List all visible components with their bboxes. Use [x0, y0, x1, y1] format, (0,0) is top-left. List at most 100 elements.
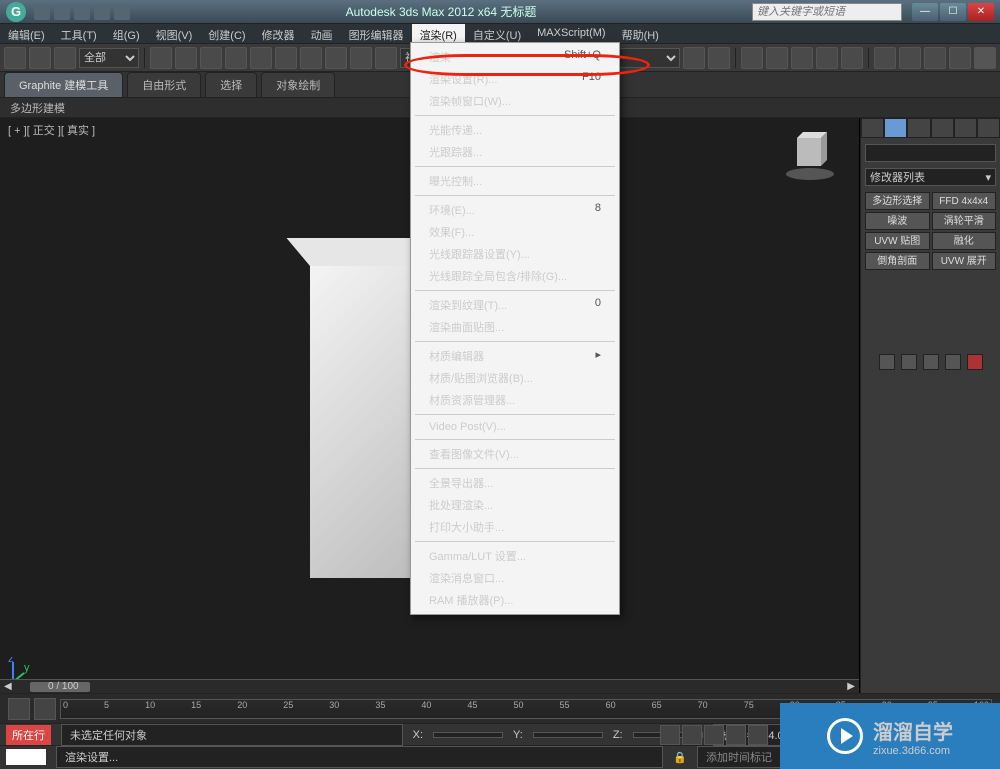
toolbar-button[interactable] — [54, 47, 76, 69]
menu-item[interactable]: 光能传递... — [411, 119, 619, 141]
modifier-stack[interactable] — [865, 276, 996, 346]
toolbar-button[interactable] — [899, 47, 921, 69]
menu-item[interactable]: 渲染曲面贴图... — [411, 316, 619, 338]
play-icon[interactable] — [704, 725, 724, 745]
toolbar-button[interactable] — [791, 47, 813, 69]
qat-btn[interactable] — [114, 4, 130, 20]
menu-item[interactable]: Video Post(V)... — [411, 418, 619, 436]
menu-item[interactable]: 环境(E)...8 — [411, 199, 619, 221]
menu-item[interactable]: 渲染设置(R)...F10 — [411, 68, 619, 90]
toolbar-button[interactable] — [874, 47, 896, 69]
modifier-preset-button[interactable]: UVW 贴图 — [865, 232, 930, 250]
toolbar-button[interactable] — [275, 47, 297, 69]
toolbar-button[interactable] — [683, 47, 705, 69]
modifier-preset-button[interactable]: UVW 展开 — [932, 252, 997, 270]
toolbar-button[interactable] — [375, 47, 397, 69]
toolbar-button[interactable] — [766, 47, 788, 69]
modifier-preset-button[interactable]: FFD 4x4x4 — [932, 192, 997, 210]
menu-3[interactable]: 视图(V) — [148, 24, 201, 43]
menu-item[interactable]: Gamma/LUT 设置... — [411, 545, 619, 567]
menu-item[interactable]: 渲染到纹理(T)...0 — [411, 294, 619, 316]
menu-item[interactable]: 渲染帧窗口(W)... — [411, 90, 619, 112]
script-mini-listener[interactable] — [6, 749, 46, 765]
menu-item[interactable]: 效果(F)... — [411, 221, 619, 243]
menu-8[interactable]: 渲染(R) — [412, 24, 465, 43]
qat-btn[interactable] — [94, 4, 110, 20]
toolbar-button[interactable] — [816, 47, 838, 69]
toolbar-button[interactable] — [300, 47, 322, 69]
goto-end-icon[interactable] — [748, 725, 768, 745]
make-unique-icon[interactable] — [923, 354, 939, 370]
toolbar-button[interactable] — [708, 47, 730, 69]
menu-item[interactable]: 全景导出器... — [411, 472, 619, 494]
menu-11[interactable]: 帮助(H) — [614, 24, 667, 43]
coord-y-field[interactable] — [533, 732, 603, 738]
lock-icon[interactable]: 🔒 — [673, 751, 687, 764]
menu-item[interactable]: 材质编辑器▸ — [411, 345, 619, 367]
toolbar-button[interactable] — [225, 47, 247, 69]
menu-1[interactable]: 工具(T) — [53, 24, 105, 43]
modifier-preset-button[interactable]: 多边形选择 — [865, 192, 930, 210]
ribbon-tab-freeform[interactable]: 自由形式 — [127, 72, 201, 97]
toolbar-button[interactable] — [175, 47, 197, 69]
prev-frame-icon[interactable] — [682, 725, 702, 745]
remove-modifier-icon[interactable] — [945, 354, 961, 370]
goto-start-icon[interactable] — [660, 725, 680, 745]
modifier-preset-button[interactable]: 噪波 — [865, 212, 930, 230]
menu-5[interactable]: 修改器 — [254, 24, 303, 43]
viewport-scrollbar-h[interactable]: ◀ 0 / 100 ▶ — [0, 679, 859, 693]
toolbar-button[interactable] — [949, 47, 971, 69]
toolbar-button[interactable] — [4, 47, 26, 69]
menu-6[interactable]: 动画 — [303, 24, 341, 43]
close-button[interactable]: ✕ — [968, 3, 994, 21]
menu-0[interactable]: 编辑(E) — [0, 24, 53, 43]
menu-item[interactable]: 光线跟踪器设置(Y)... — [411, 243, 619, 265]
menu-item[interactable]: 光线跟踪全局包含/排除(G)... — [411, 265, 619, 287]
ribbon-tab-graphite[interactable]: Graphite 建模工具 — [4, 72, 123, 97]
toolbar-button[interactable] — [741, 47, 763, 69]
minimize-button[interactable]: — — [912, 3, 938, 21]
render-teapot-icon[interactable] — [974, 47, 996, 69]
toolbar-button[interactable] — [150, 47, 172, 69]
menu-2[interactable]: 组(G) — [105, 24, 148, 43]
modifier-list-dropdown[interactable]: 修改器列表▾ — [865, 168, 996, 186]
help-search-input[interactable] — [752, 3, 902, 21]
modifier-preset-button[interactable]: 融化 — [932, 232, 997, 250]
next-frame-icon[interactable] — [726, 725, 746, 745]
menu-10[interactable]: MAXScript(M) — [529, 24, 613, 43]
menu-4[interactable]: 创建(C) — [200, 24, 253, 43]
cp-tab-modify[interactable] — [884, 118, 907, 138]
timeline-config-button[interactable] — [34, 698, 56, 720]
pin-stack-icon[interactable] — [879, 354, 895, 370]
menu-item[interactable]: 光跟踪器... — [411, 141, 619, 163]
object-name-field[interactable] — [865, 144, 996, 162]
qat-btn[interactable] — [54, 4, 70, 20]
modifier-preset-button[interactable]: 倒角剖面 — [865, 252, 930, 270]
toolbar-button[interactable] — [250, 47, 272, 69]
toolbar-button[interactable] — [200, 47, 222, 69]
menu-9[interactable]: 自定义(U) — [465, 24, 529, 43]
filter-select[interactable]: 全部 — [79, 48, 139, 68]
toolbar-button[interactable] — [325, 47, 347, 69]
qat-btn[interactable] — [34, 4, 50, 20]
ribbon-tab-objectpaint[interactable]: 对象绘制 — [261, 72, 335, 97]
cp-tab-motion[interactable] — [931, 118, 954, 138]
app-logo[interactable]: G — [6, 2, 26, 22]
menu-item[interactable]: 渲染消息窗口... — [411, 567, 619, 589]
menu-item[interactable]: RAM 播放器(P)... — [411, 589, 619, 611]
cp-tab-display[interactable] — [954, 118, 977, 138]
timeline-config-button[interactable] — [8, 698, 30, 720]
menu-item[interactable]: 材质/贴图浏览器(B)... — [411, 367, 619, 389]
maximize-button[interactable]: ☐ — [940, 3, 966, 21]
menu-item[interactable]: 查看图像文件(V)... — [411, 443, 619, 465]
cp-tab-hierarchy[interactable] — [907, 118, 930, 138]
viewport-label[interactable]: [ + ][ 正交 ][ 真实 ] — [8, 122, 95, 138]
menu-item[interactable]: 打印大小助手... — [411, 516, 619, 538]
viewcube-gizmo[interactable] — [783, 128, 837, 182]
menu-item[interactable]: 渲染Shift+Q — [411, 46, 619, 68]
menu-item[interactable]: 材质资源管理器... — [411, 389, 619, 411]
modifier-preset-button[interactable]: 涡轮平滑 — [932, 212, 997, 230]
toolbar-button[interactable] — [29, 47, 51, 69]
toolbar-button[interactable] — [350, 47, 372, 69]
qat-btn[interactable] — [74, 4, 90, 20]
